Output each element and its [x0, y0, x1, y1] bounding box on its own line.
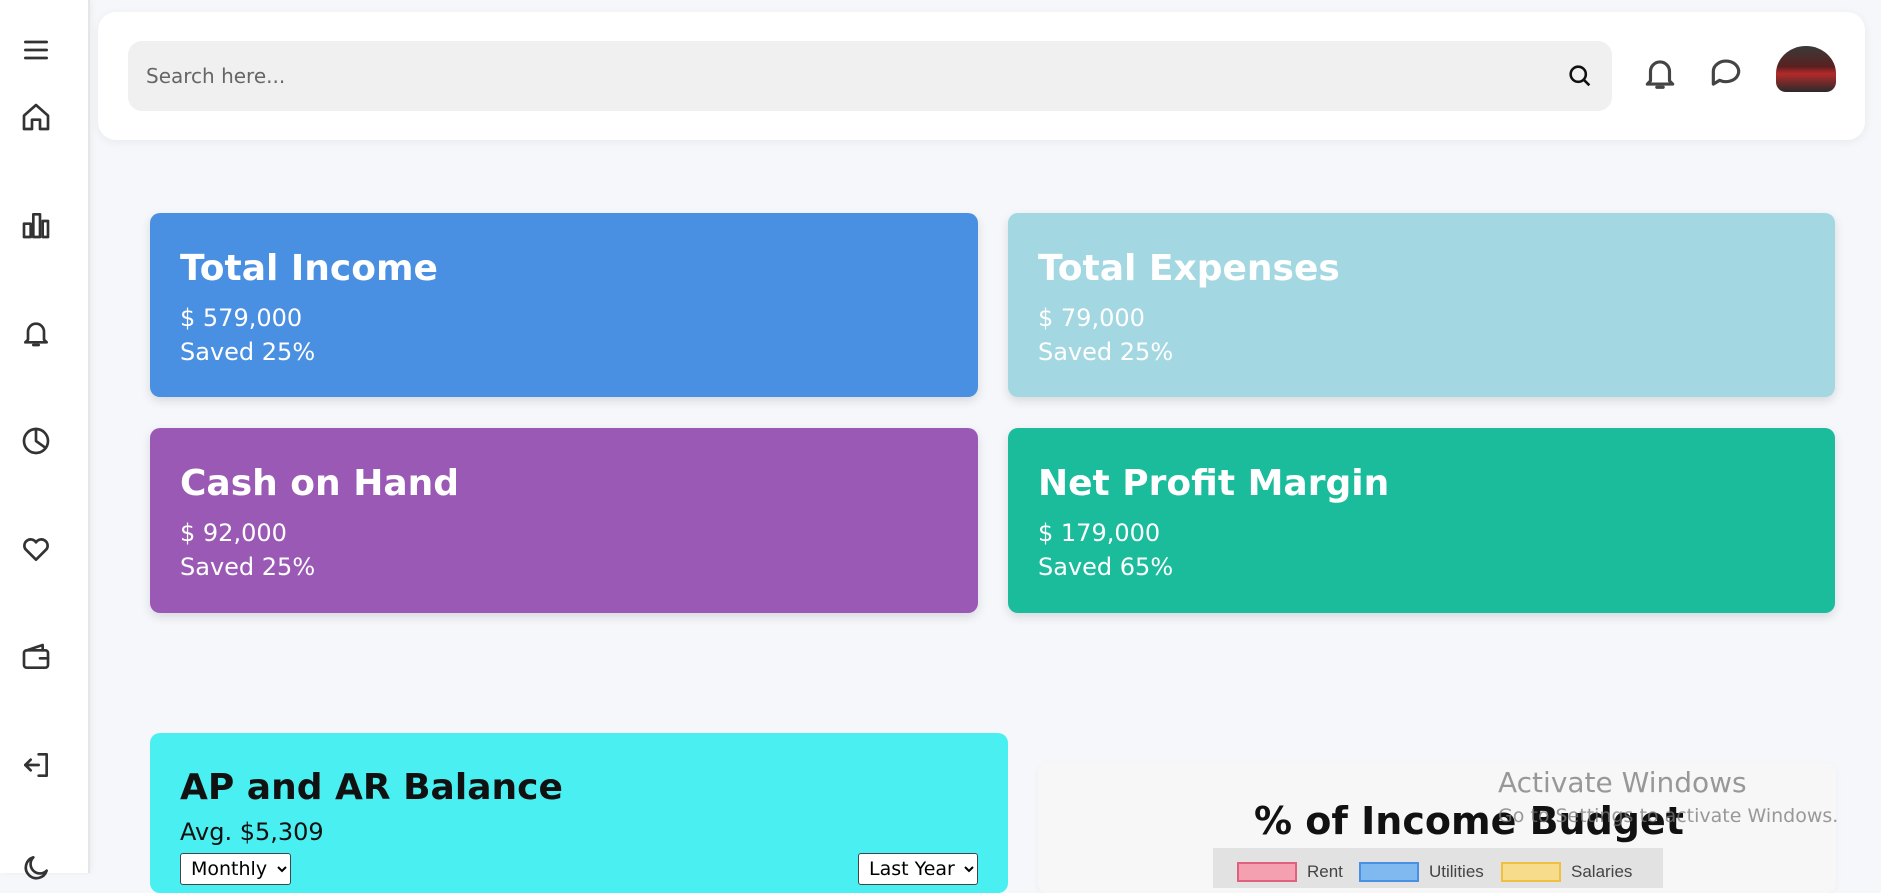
card-net-profit-margin: Net Profit Margin $ 179,000 Saved 65%	[1008, 428, 1835, 613]
legend-item-rent[interactable]: Rent	[1237, 862, 1343, 882]
search-icon[interactable]	[1566, 62, 1594, 90]
sidebar	[0, 0, 90, 880]
wallet-icon[interactable]	[18, 639, 54, 675]
card-saved: Saved 65%	[1038, 553, 1174, 582]
ap-ar-average: Avg. $5,309	[180, 818, 324, 846]
avatar[interactable]	[1776, 46, 1836, 92]
legend-label: Rent	[1307, 862, 1343, 881]
card-amount: $ 79,000	[1038, 303, 1145, 332]
card-cash-on-hand: Cash on Hand $ 92,000 Saved 25%	[150, 428, 978, 613]
chat-icon[interactable]	[1707, 54, 1747, 94]
card-saved: Saved 25%	[180, 553, 316, 582]
menu-icon[interactable]	[18, 32, 54, 68]
watermark-line2: Go to Settings to activate Windows.	[1498, 805, 1839, 827]
chart-legend: Rent Utilities Salaries	[1213, 848, 1663, 888]
pie-chart-icon[interactable]	[18, 423, 54, 459]
watermark-line1: Activate Windows	[1498, 766, 1747, 799]
period-select[interactable]: Monthly	[180, 853, 291, 885]
legend-swatch	[1359, 862, 1419, 882]
activation-watermark: Activate Windows Go to Settings to activ…	[1498, 766, 1838, 827]
legend-swatch	[1501, 862, 1561, 882]
range-select[interactable]: Last Year	[858, 853, 978, 885]
card-title: Cash on Hand	[180, 463, 460, 504]
ap-ar-balance-card: AP and AR Balance Avg. $5,309 Monthly La…	[150, 733, 1008, 893]
card-amount: $ 579,000	[180, 303, 303, 332]
legend-swatch	[1237, 862, 1297, 882]
bar-chart-icon[interactable]	[18, 207, 54, 243]
card-total-income: Total Income $ 579,000 Saved 25%	[150, 213, 978, 397]
search-bar	[128, 41, 1612, 111]
bell-icon[interactable]	[18, 315, 54, 351]
home-icon[interactable]	[18, 99, 54, 135]
card-saved: Saved 25%	[1038, 338, 1174, 367]
card-amount: $ 92,000	[180, 518, 287, 547]
card-title: Total Income	[180, 248, 438, 289]
legend-label: Salaries	[1571, 862, 1633, 881]
ap-ar-title: AP and AR Balance	[180, 767, 563, 808]
card-amount: $ 179,000	[1038, 518, 1161, 547]
heart-icon[interactable]	[18, 531, 54, 567]
card-total-expenses: Total Expenses $ 79,000 Saved 25%	[1008, 213, 1835, 397]
legend-label: Utilities	[1429, 862, 1484, 881]
moon-icon[interactable]	[18, 850, 54, 886]
card-title: Net Profit Margin	[1038, 463, 1390, 504]
search-input[interactable]	[146, 41, 1526, 111]
legend-item-salaries[interactable]: Salaries	[1501, 862, 1632, 882]
card-title: Total Expenses	[1038, 248, 1340, 289]
logout-icon[interactable]	[18, 747, 54, 783]
notification-bell-icon[interactable]	[1641, 54, 1681, 94]
legend-item-utilities[interactable]: Utilities	[1359, 862, 1484, 882]
card-saved: Saved 25%	[180, 338, 316, 367]
top-bar	[98, 12, 1865, 140]
